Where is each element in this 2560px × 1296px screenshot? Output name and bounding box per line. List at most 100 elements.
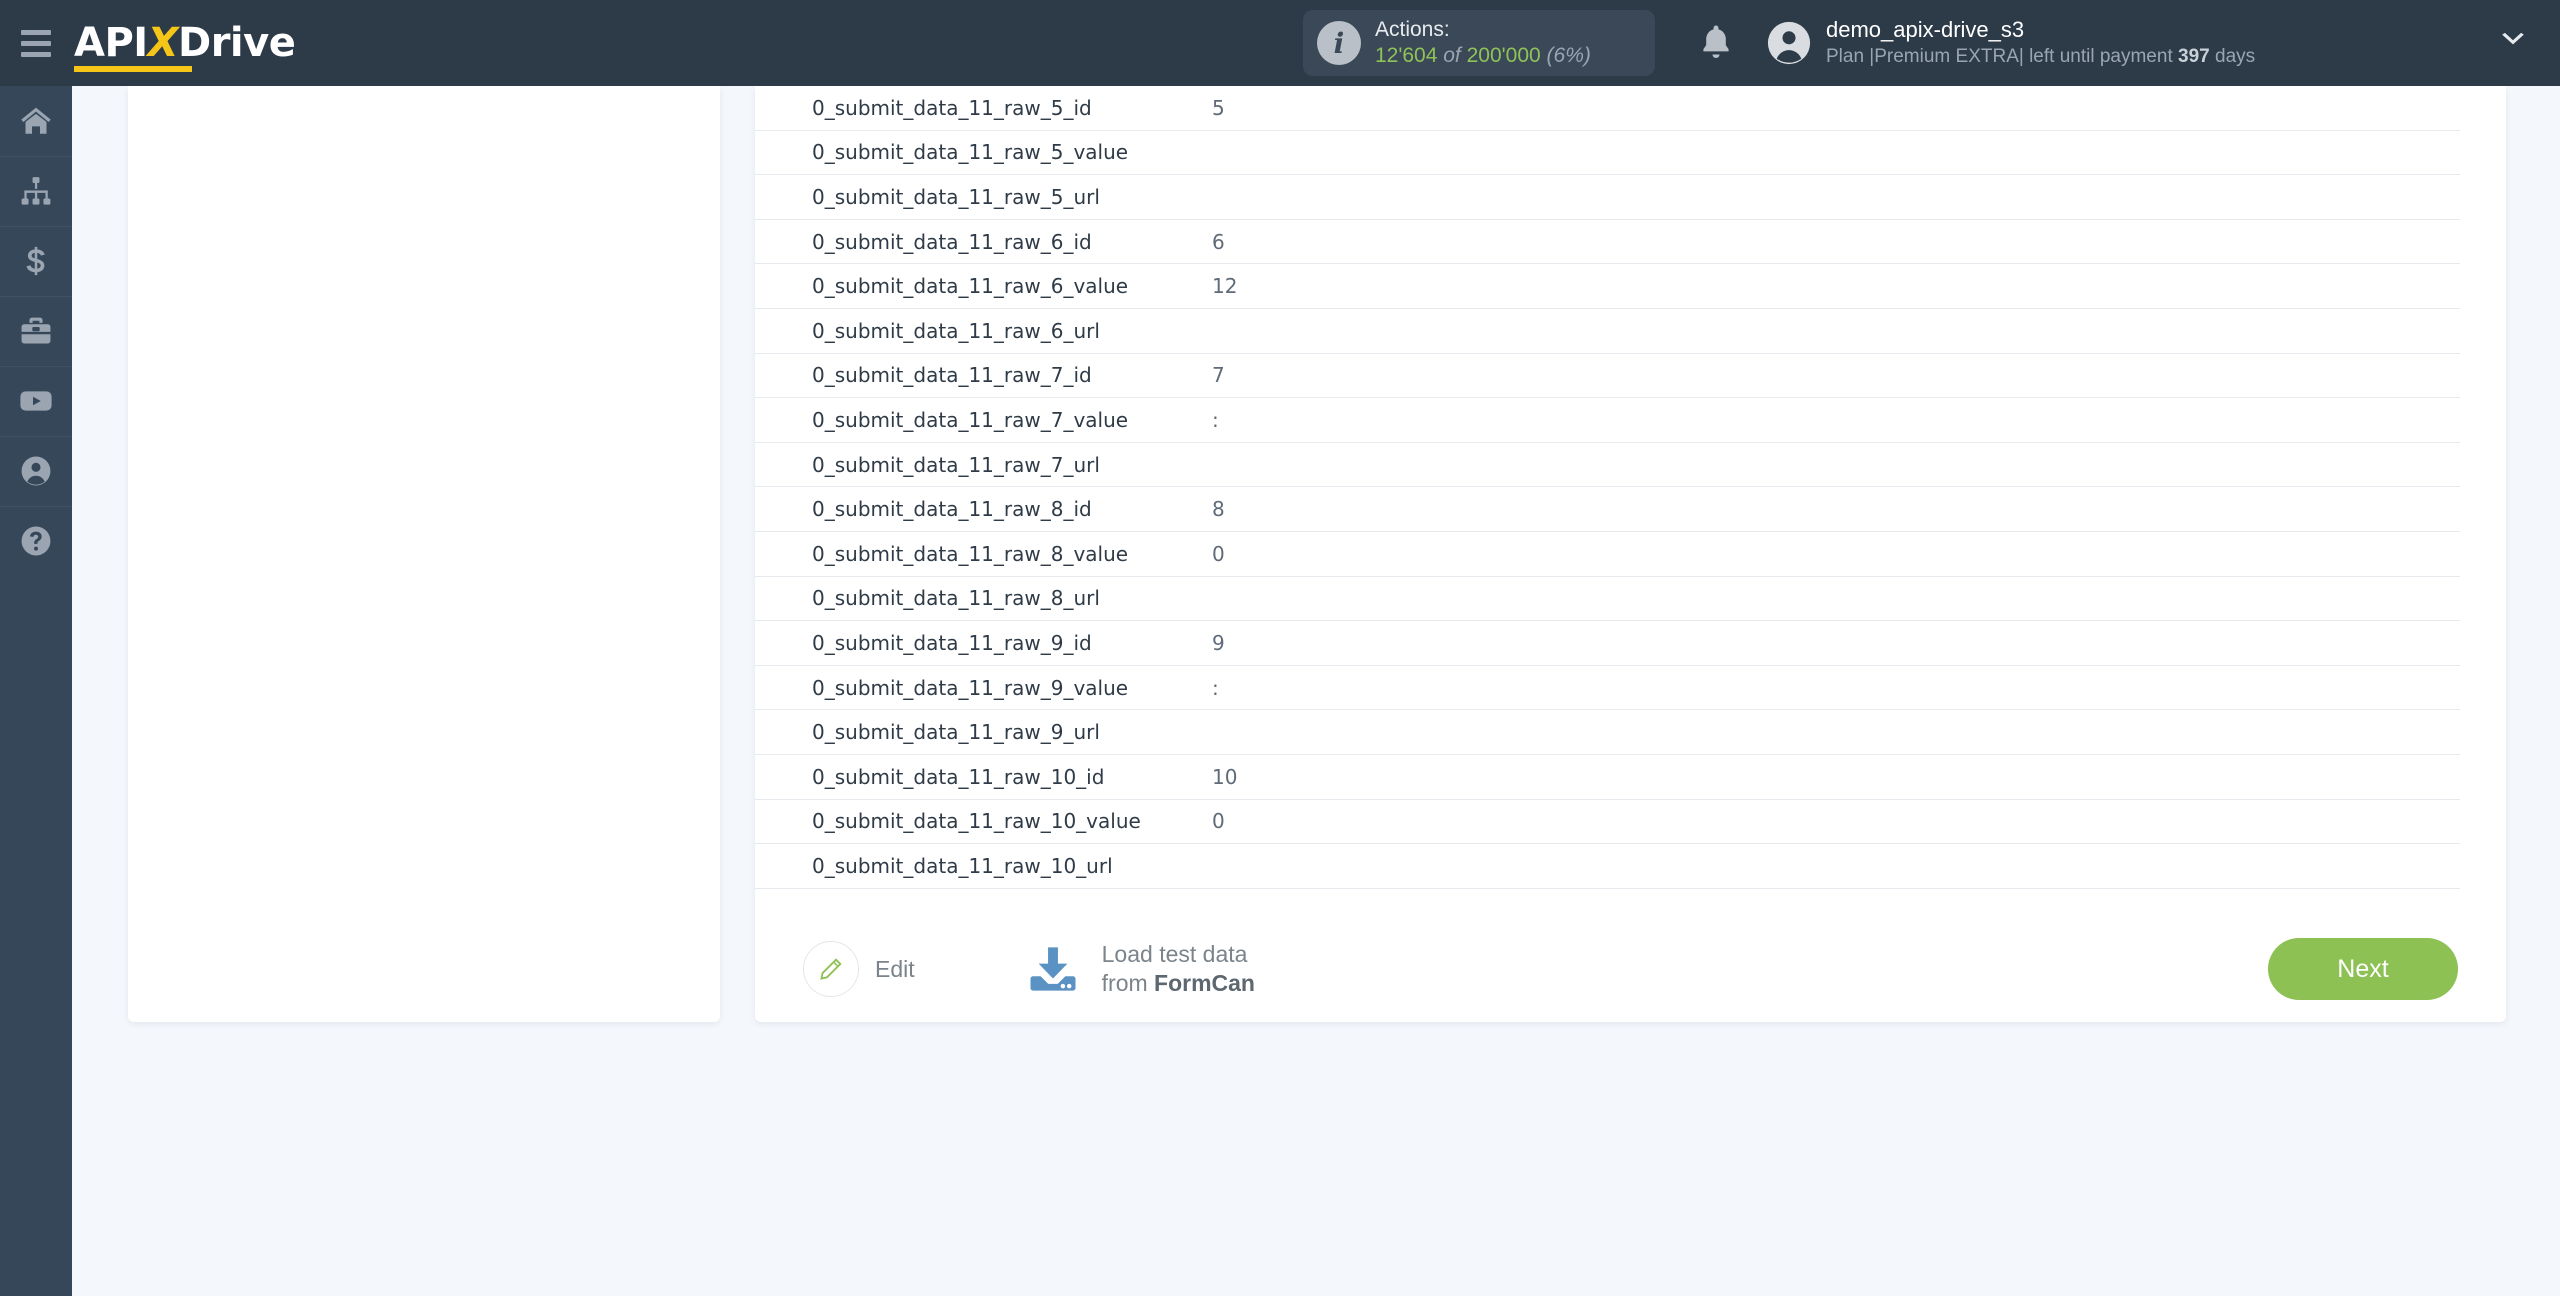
table-row: 0_submit_data_11_raw_5_value [755,131,2460,176]
actions-percent: (6%) [1546,44,1591,67]
sidebar-item-home[interactable] [0,86,72,156]
actions-used: 12'604 [1375,44,1438,67]
load-from-prefix: from [1101,970,1155,996]
logo-api: API [74,20,148,66]
actions-of: of [1443,44,1461,67]
download-icon [1030,947,1076,991]
table-row-key: 0_submit_data_11_raw_9_value [812,675,1129,700]
table-row-key: 0_submit_data_11_raw_5_value [812,140,1129,165]
load-test-data-line1: Load test data [1101,940,1248,967]
table-row: 0_submit_data_11_raw_9_value: [755,666,2460,711]
plan-prefix: Plan |Premium EXTRA| left until payment [1826,45,2179,67]
chevron-down-icon[interactable] [2500,32,2526,48]
hamburger-bar [21,40,51,46]
table-row-key: 0_submit_data_11_raw_6_value [812,274,1129,299]
plan-suffix: days [2209,45,2256,67]
load-service-name: FormCan [1154,970,1255,996]
table-row: 0_submit_data_11_raw_5_id 5 [755,86,2460,131]
table-row-key: 0_submit_data_11_raw_7_url [812,452,1100,477]
sidebar-item-connections[interactable] [0,156,72,226]
briefcase-icon [21,317,51,344]
table-row: 0_submit_data_11_raw_10_url [755,844,2460,889]
table-row-value: 12 [1212,274,1238,299]
sidebar-item-video[interactable] [0,366,72,436]
table-row: 0_submit_data_11_raw_6_url [755,309,2460,354]
actions-total: 200'000 [1466,44,1541,67]
table-row-value: 0 [1212,809,1225,834]
test-data-table: 0_submit_data_11_raw_5_id 5 0_submit_data_… [755,86,2460,889]
table-row-key: 0_submit_data_11_raw_8_id [812,497,1092,522]
edit-icon-circle [803,941,859,997]
load-test-data-button[interactable]: Load test data from FormCan [1026,940,1255,999]
hamburger-bar [21,29,51,35]
home-icon [21,107,51,134]
table-row: 0_submit_data_11_raw_10_id 10 [755,755,2460,800]
left-panel-card [128,86,720,1022]
table-row-value: 9 [1212,630,1225,655]
top-header: APIXDrive i Actions: 12'604 of 200'000 (… [0,0,2560,86]
table-row-value: 6 [1212,229,1225,254]
table-row-value: : [1212,407,1219,432]
edit-label: Edit [875,955,915,982]
actions-counter[interactable]: i Actions: 12'604 of 200'000 (6%) [1303,10,1655,76]
table-row-key: 0_submit_data_11_raw_8_url [812,586,1100,611]
avatar[interactable] [1766,20,1812,66]
card-action-bar: Edit Load test data from FormCan Next [755,916,2506,1022]
table-row: 0_submit_data_11_raw_6_id 6 [755,220,2460,265]
table-row: 0_submit_data_11_raw_9_url [755,710,2460,755]
edit-button[interactable]: Edit [803,941,915,997]
sidebar-item-help[interactable] [0,506,72,576]
sitemap-icon [21,177,51,205]
hamburger-icon[interactable] [0,0,72,86]
table-row-key: 0_submit_data_11_raw_6_url [812,318,1100,343]
logo-x: X [147,20,179,66]
table-row-value: 7 [1212,363,1225,388]
table-row-value: 0 [1212,541,1225,566]
logo-underline [74,66,192,72]
table-row-key: 0_submit_data_11_raw_10_url [812,853,1113,878]
table-row: 0_submit_data_11_raw_8_id 8 [755,487,2460,532]
table-row: 0_submit_data_11_raw_7_url [755,443,2460,488]
pencil-icon [820,958,842,980]
table-row-key: 0_submit_data_11_raw_10_id [812,764,1105,789]
sidebar-item-billing[interactable] [0,226,72,296]
sidebar-item-business[interactable] [0,296,72,366]
table-row: 0_submit_data_11_raw_6_value 12 [755,264,2460,309]
plan-days: 397 [2178,45,2210,67]
actions-label: Actions: [1375,17,1450,41]
table-row-key: 0_submit_data_11_raw_9_url [812,720,1100,745]
table-row: 0_submit_data_11_raw_10_value 0 [755,800,2460,845]
table-row: 0_submit_data_11_raw_8_url [755,577,2460,622]
table-row-key: 0_submit_data_11_raw_6_id [812,229,1092,254]
table-row-value: : [1212,675,1219,700]
info-icon: i [1317,21,1361,65]
sidebar-item-profile[interactable] [0,436,72,506]
table-row-value: 8 [1212,497,1225,522]
table-row-key: 0_submit_data_11_raw_5_id [812,95,1092,120]
table-row-key: 0_submit_data_11_raw_7_value [812,407,1129,432]
load-test-data-line2: from FormCan [1102,969,1255,998]
actions-usage: 12'604 of 200'000 (6%) [1375,43,1591,69]
table-row: 0_submit_data_11_raw_5_url [755,175,2460,220]
hamburger-bar [21,51,51,57]
account-name: demo_apix-drive_s3 [1826,17,2025,42]
youtube-icon [20,391,52,411]
dollar-icon [26,246,45,276]
table-row-value: 10 [1212,764,1238,789]
test-data-card: 0_submit_data_11_raw_5_id 5 0_submit_data_… [755,86,2506,1022]
table-row: 0_submit_data_11_raw_7_value: [755,398,2460,443]
question-icon [21,526,51,556]
table-row: 0_submit_data_11_raw_8_value 0 [755,532,2460,577]
user-icon [21,456,51,486]
table-row-value: 5 [1212,95,1225,120]
table-row-key: 0_submit_data_11_raw_7_id [812,363,1092,388]
table-row: 0_submit_data_11_raw_9_id 9 [755,621,2460,666]
next-button[interactable]: Next [2268,938,2458,1000]
account-plan: Plan |Premium EXTRA| left until payment … [1826,45,2255,70]
apixdrive-logo[interactable]: APIXDrive [74,20,296,72]
bell-icon[interactable] [1695,22,1737,64]
account-info[interactable]: demo_apix-drive_s3 Plan |Premium EXTRA| … [1826,16,2255,69]
table-row: 0_submit_data_11_raw_7_id 7 [755,354,2460,399]
table-row-key: 0_submit_data_11_raw_10_value [812,809,1141,834]
table-row-key: 0_submit_data_11_raw_8_value [812,541,1129,566]
